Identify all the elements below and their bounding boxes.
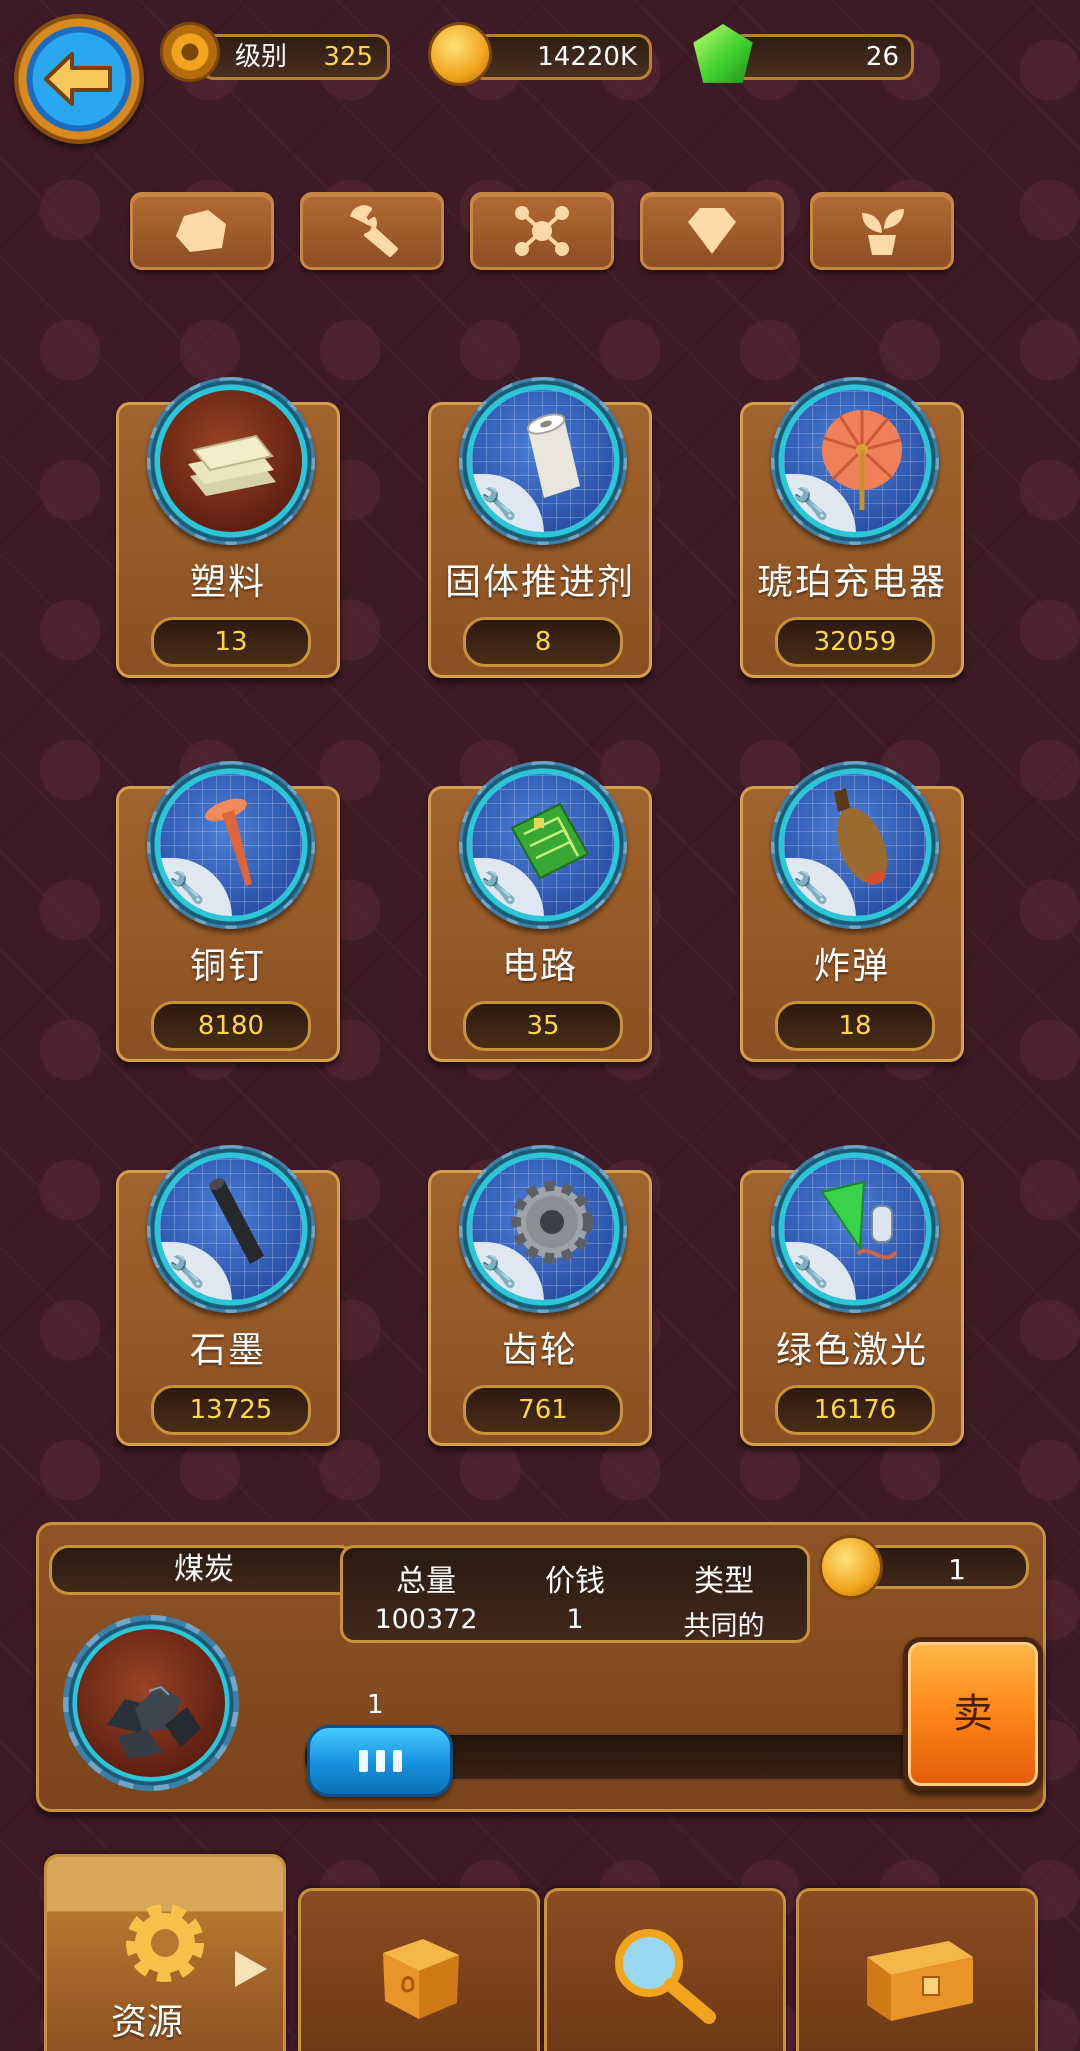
item-name: 绿色激光 [775, 1330, 928, 1371]
item-name: 齿轮 [501, 1330, 578, 1371]
plastic-icon [188, 434, 276, 496]
category-tab-tools[interactable] [300, 192, 444, 270]
item-card-copper-nail[interactable]: 🔧 铜钉 8180 [116, 761, 340, 1062]
type-value: 共同的 [683, 1611, 765, 1642]
item-badge: 🔧 [771, 761, 939, 929]
item-name: 炸弹 [813, 946, 890, 987]
sell-button[interactable]: 卖 [903, 1637, 1043, 1791]
green-laser-icon [820, 1180, 898, 1260]
coins-value: 14220K [537, 42, 637, 72]
dice-icon [383, 1939, 459, 2019]
sell-price-value: 1 [948, 1553, 966, 1586]
item-badge: 🔧 [771, 377, 939, 545]
item-badge: 🔧 [459, 377, 627, 545]
magnifier-icon [615, 1929, 716, 2024]
item-name: 石墨 [189, 1330, 266, 1371]
quantity-slider-handle[interactable] [307, 1725, 453, 1797]
gems-value: 26 [865, 42, 899, 72]
item-card-amber-charger[interactable]: 🔧 琥珀充电器 32059 [740, 377, 964, 678]
item-badge: 🔧 [771, 1145, 939, 1313]
category-tab-plants[interactable] [810, 192, 954, 270]
selected-item-badge [63, 1615, 239, 1791]
item-count: 35 [463, 1001, 623, 1051]
selected-item-name: 煤炭 [49, 1545, 359, 1595]
item-name: 琥珀充电器 [756, 562, 947, 603]
item-count: 13 [151, 617, 311, 667]
item-count: 13725 [151, 1385, 311, 1435]
total-label: 总量 [396, 1564, 456, 1599]
item-count: 8180 [151, 1001, 311, 1051]
item-count: 8 [463, 617, 623, 667]
coal-icon [107, 1685, 201, 1759]
level-display: 级别 325 [200, 34, 390, 80]
item-name: 电路 [501, 946, 578, 987]
level-value: 325 [323, 42, 373, 72]
play-arrow-icon [235, 1951, 267, 1987]
item-badge: 🔧 [147, 1145, 315, 1313]
nav-tab-chest[interactable] [796, 1888, 1038, 2051]
item-info-box: 总量 100372 价钱 1 类型 共同的 [340, 1545, 810, 1643]
chest-icon [867, 1941, 973, 2021]
coin-icon [819, 1535, 883, 1599]
item-badge: 🔧 [147, 761, 315, 929]
item-card-gear[interactable]: 🔧 齿轮 761 [428, 1145, 652, 1446]
item-name: 铜钉 [189, 946, 266, 987]
amber-charger-icon [822, 410, 902, 510]
wrench-icon [350, 205, 398, 257]
ore-icon [176, 210, 226, 252]
item-count: 16176 [775, 1385, 935, 1435]
back-arrow-icon [44, 52, 112, 106]
item-count: 18 [775, 1001, 935, 1051]
item-card-solid-propellant[interactable]: 🔧 固体推进剂 8 [428, 377, 652, 678]
level-gear-icon [160, 22, 220, 82]
coin-icon [428, 22, 492, 86]
graphite-icon [209, 1178, 264, 1264]
type-label: 类型 [694, 1564, 754, 1599]
diamond-icon [688, 208, 736, 254]
back-button[interactable] [14, 14, 144, 144]
price-label: 价钱 [545, 1564, 605, 1599]
coins-display: 14220K [470, 34, 652, 80]
item-badge [147, 377, 315, 545]
nav-tab-resources[interactable]: 资源 [44, 1854, 286, 2051]
circuit-icon [510, 802, 590, 880]
copper-nail-icon [205, 798, 252, 886]
item-count: 32059 [775, 617, 935, 667]
gems-display: 26 [730, 34, 914, 80]
gear-icon [511, 1181, 593, 1263]
item-count: 761 [463, 1385, 623, 1435]
item-card-plastic[interactable]: 塑料 13 [116, 377, 340, 678]
item-name: 塑料 [189, 562, 266, 603]
price-value: 1 [566, 1604, 584, 1635]
item-card-graphite[interactable]: 🔧 石墨 13725 [116, 1145, 340, 1446]
nav-tab-search[interactable] [544, 1888, 786, 2051]
solid-propellant-icon [526, 413, 580, 498]
category-tab-compounds[interactable] [470, 192, 614, 270]
gear-icon [126, 1904, 204, 1982]
category-tab-ore[interactable] [130, 192, 274, 270]
item-name: 固体推进剂 [444, 562, 635, 603]
item-badge: 🔧 [459, 1145, 627, 1313]
molecule-icon [515, 206, 569, 256]
item-card-green-laser[interactable]: 🔧 绿色激光 16176 [740, 1145, 964, 1446]
item-badge: 🔧 [459, 761, 627, 929]
plant-icon [862, 209, 904, 255]
item-card-bomb[interactable]: 🔧 炸弹 18 [740, 761, 964, 1062]
total-value: 100372 [374, 1604, 478, 1635]
category-tab-gems[interactable] [640, 192, 784, 270]
nav-tab-label: 资源 [110, 2002, 183, 2043]
item-card-circuit[interactable]: 🔧 电路 35 [428, 761, 652, 1062]
nav-tab-dice[interactable] [298, 1888, 540, 2051]
bomb-icon [834, 788, 888, 885]
level-label: 级别 [235, 42, 288, 72]
item-detail-panel: 煤炭 总量 100372 价钱 1 类型 共同的 1 1 卖 [36, 1522, 1046, 1812]
slider-value: 1 [367, 1690, 384, 1720]
